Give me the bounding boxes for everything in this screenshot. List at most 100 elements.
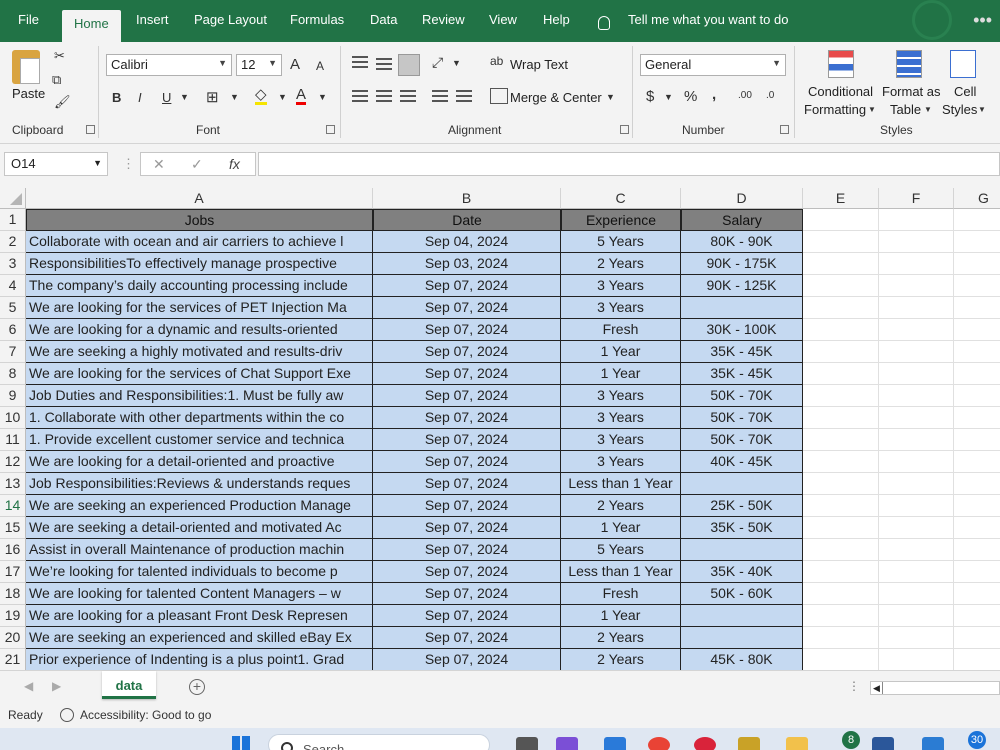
orientation-icon[interactable]: ⤢ <box>432 54 443 71</box>
row-header[interactable]: 5 <box>0 297 26 319</box>
row-header[interactable]: 17 <box>0 561 26 583</box>
cell-date[interactable]: Sep 07, 2024 <box>373 363 561 385</box>
cell-experience[interactable]: 1 Year <box>561 605 681 627</box>
row-header[interactable]: 16 <box>0 539 26 561</box>
font-launcher-icon[interactable] <box>326 125 335 134</box>
cell-salary[interactable]: 50K - 70K <box>681 429 803 451</box>
cell-experience[interactable]: Less than 1 Year <box>561 473 681 495</box>
format-painter-icon[interactable]: 🖌 <box>54 94 71 110</box>
paste-button[interactable]: Paste <box>12 86 45 101</box>
cell-jobs[interactable]: We are seeking an experienced and skille… <box>26 627 373 649</box>
tab-formulas[interactable]: Formulas <box>290 12 344 27</box>
cell-jobs[interactable]: Collaborate with ocean and air carriers … <box>26 231 373 253</box>
empty-cell[interactable] <box>879 407 954 429</box>
align-left-icon[interactable] <box>352 90 368 102</box>
cell-date[interactable]: Sep 07, 2024 <box>373 407 561 429</box>
conditional-formatting-label-1[interactable]: Conditional <box>808 84 873 99</box>
cell-experience[interactable]: Fresh <box>561 583 681 605</box>
chevron-down-icon[interactable]: ▼ <box>978 105 986 114</box>
cell-experience[interactable]: 2 Years <box>561 495 681 517</box>
empty-cell[interactable] <box>879 605 954 627</box>
empty-cell[interactable] <box>879 275 954 297</box>
empty-cell[interactable] <box>879 341 954 363</box>
enter-icon[interactable]: ✓ <box>191 156 203 173</box>
cell-salary[interactable]: 35K - 45K <box>681 341 803 363</box>
format-as-table-label-2[interactable]: Table <box>890 102 921 117</box>
empty-cell[interactable] <box>954 473 1000 495</box>
format-as-table-label-1[interactable]: Format as <box>882 84 941 99</box>
empty-cell[interactable] <box>954 451 1000 473</box>
wrap-text-button[interactable]: Wrap Text <box>510 57 568 72</box>
chevron-down-icon[interactable]: ▼ <box>452 58 461 68</box>
empty-cell[interactable] <box>803 605 879 627</box>
mail-icon[interactable] <box>604 737 626 750</box>
empty-cell[interactable] <box>954 209 1000 231</box>
empty-cell[interactable] <box>879 473 954 495</box>
cell-experience[interactable]: 3 Years <box>561 429 681 451</box>
tab-review[interactable]: Review <box>422 12 465 27</box>
row-header[interactable]: 6 <box>0 319 26 341</box>
cell-salary[interactable] <box>681 605 803 627</box>
spreadsheet-grid[interactable]: A B C D E F G 1 Jobs Date Experience Salary 2… <box>0 188 1000 670</box>
empty-cell[interactable] <box>879 429 954 451</box>
cell-salary[interactable]: 50K - 70K <box>681 407 803 429</box>
copilot-icon[interactable] <box>556 737 578 750</box>
cell-jobs[interactable]: ResponsibilitiesTo effectively manage pr… <box>26 253 373 275</box>
empty-cell[interactable] <box>803 429 879 451</box>
empty-cell[interactable] <box>879 561 954 583</box>
row-header[interactable]: 9 <box>0 385 26 407</box>
row-header[interactable]: 13 <box>0 473 26 495</box>
row-header[interactable]: 21 <box>0 649 26 670</box>
cell-salary[interactable]: 35K - 50K <box>681 517 803 539</box>
empty-cell[interactable] <box>954 649 1000 670</box>
format-as-table-icon[interactable] <box>896 50 922 78</box>
scroll-left-icon[interactable]: ◀ <box>871 682 883 694</box>
row-header[interactable]: 4 <box>0 275 26 297</box>
horizontal-scrollbar[interactable]: ◀ <box>870 681 1000 695</box>
cell-jobs[interactable]: Prior experience of Indenting is a plus … <box>26 649 373 670</box>
cell-date[interactable]: Sep 07, 2024 <box>373 341 561 363</box>
font-name-select[interactable]: Calibri ▼ <box>106 54 232 76</box>
row-header[interactable]: 1 <box>0 209 26 231</box>
empty-cell[interactable] <box>954 253 1000 275</box>
empty-cell[interactable] <box>954 583 1000 605</box>
font-color-icon[interactable]: A <box>296 87 307 105</box>
cell-date[interactable]: Sep 07, 2024 <box>373 451 561 473</box>
empty-cell[interactable] <box>803 627 879 649</box>
cell-jobs[interactable]: 1. Provide excellent customer service an… <box>26 429 373 451</box>
cell-experience[interactable]: 2 Years <box>561 649 681 670</box>
empty-cell[interactable] <box>803 363 879 385</box>
cell-jobs[interactable]: Job Responsibilities:Reviews & understan… <box>26 473 373 495</box>
empty-cell[interactable] <box>954 407 1000 429</box>
row-header[interactable]: 15 <box>0 517 26 539</box>
shrink-font-button[interactable]: A <box>316 59 324 73</box>
empty-cell[interactable] <box>803 341 879 363</box>
cell-styles-label-1[interactable]: Cell <box>954 84 976 99</box>
borders-icon[interactable]: ⊞ <box>206 88 219 106</box>
cell-jobs[interactable]: We are looking for a pleasant Front Desk… <box>26 605 373 627</box>
increase-decimal-button[interactable]: .00 <box>738 90 752 101</box>
bottom-align-icon[interactable] <box>398 54 420 76</box>
empty-cell[interactable] <box>879 231 954 253</box>
cell-experience[interactable]: 3 Years <box>561 451 681 473</box>
name-box[interactable]: O14 ▼ <box>4 152 108 176</box>
chevron-down-icon[interactable]: ▼ <box>924 105 932 114</box>
cell-jobs[interactable]: We are looking for talented Content Mana… <box>26 583 373 605</box>
empty-cell[interactable] <box>879 583 954 605</box>
empty-cell[interactable] <box>803 275 879 297</box>
empty-cell[interactable] <box>803 517 879 539</box>
tell-me-box[interactable]: Tell me what you want to do <box>628 12 788 27</box>
cell-jobs[interactable]: The company’s daily accounting processin… <box>26 275 373 297</box>
cell-experience[interactable]: 3 Years <box>561 275 681 297</box>
cell-date[interactable]: Sep 07, 2024 <box>373 495 561 517</box>
wrap-text-icon[interactable]: ab <box>490 54 503 68</box>
empty-cell[interactable] <box>879 209 954 231</box>
empty-cell[interactable] <box>954 429 1000 451</box>
task-view-icon[interactable] <box>516 737 538 750</box>
cell-salary[interactable]: 35K - 40K <box>681 561 803 583</box>
opera-icon[interactable] <box>694 737 716 750</box>
align-right-icon[interactable] <box>400 90 416 102</box>
column-header-g[interactable]: G <box>954 188 1000 209</box>
empty-cell[interactable] <box>954 319 1000 341</box>
cell-salary[interactable] <box>681 627 803 649</box>
